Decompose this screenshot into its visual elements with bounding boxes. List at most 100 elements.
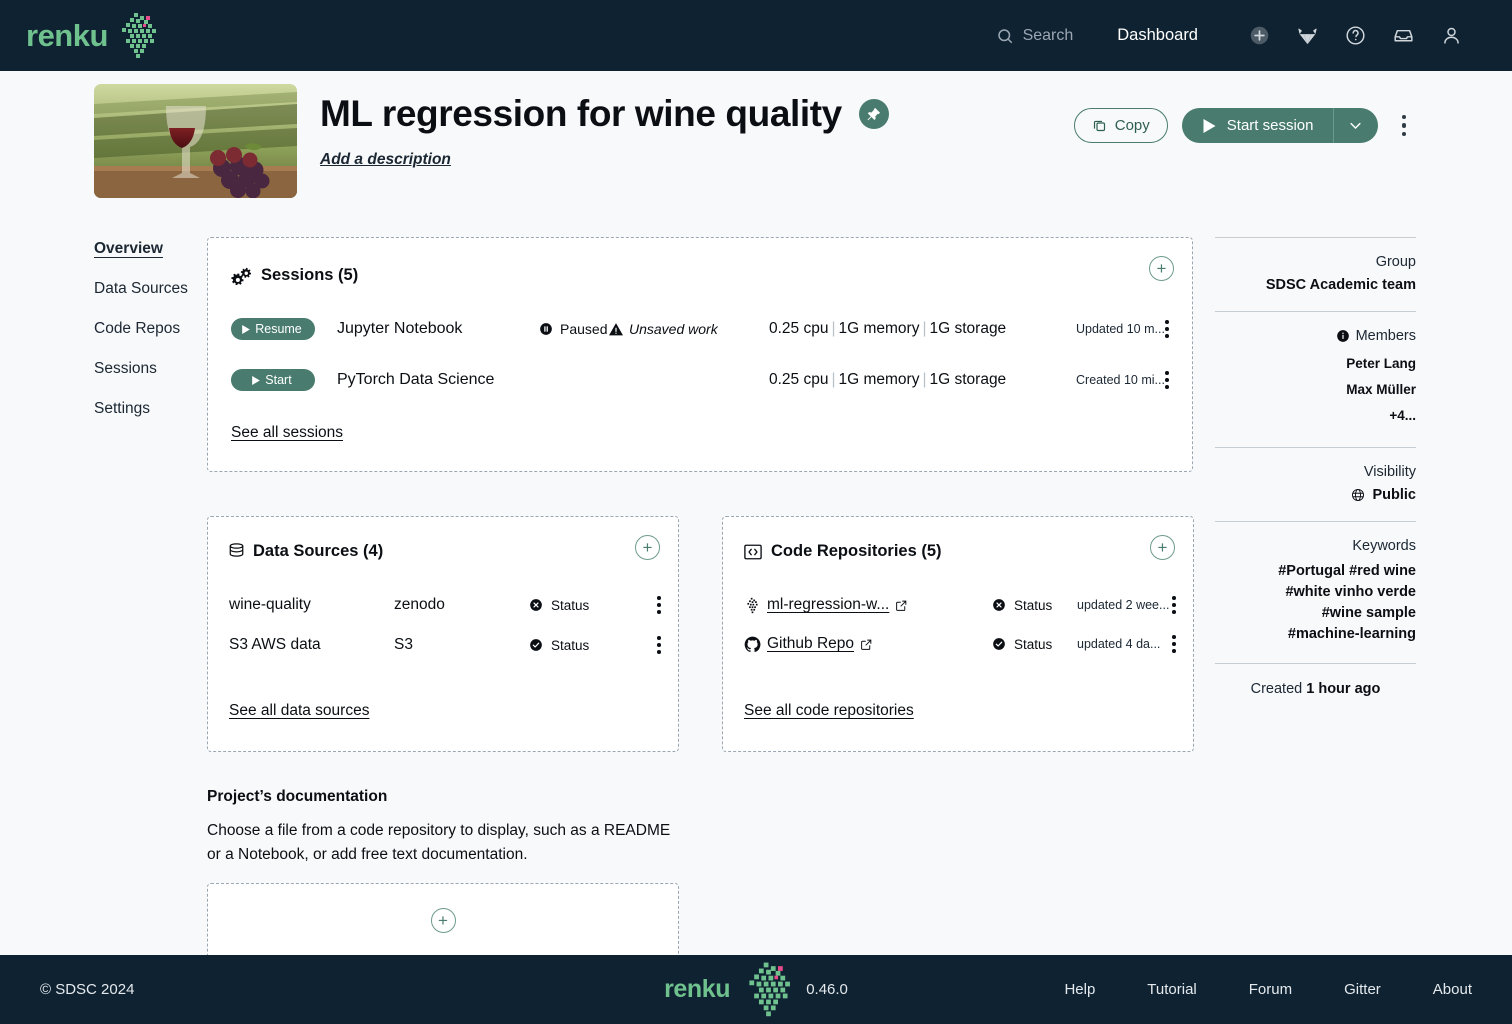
code-repository-link[interactable]: ml-regression-w... bbox=[744, 596, 908, 614]
session-storage: 1G storage bbox=[929, 371, 1007, 388]
resume-session-label: Resume bbox=[255, 322, 302, 336]
renku-icon bbox=[744, 597, 761, 614]
data-source-status: Status bbox=[529, 598, 589, 613]
table-row: Start PyTorch Data Science 0.25 cpu | 1G m… bbox=[231, 365, 1174, 395]
keywords-section: Keywords #Portugal #red wine #white vinh… bbox=[1215, 522, 1416, 663]
code-repository-status: Status bbox=[992, 637, 1052, 652]
data-source-kind: S3 bbox=[394, 636, 413, 653]
data-source-row-menu[interactable] bbox=[654, 593, 664, 616]
external-link-icon bbox=[860, 638, 873, 651]
data-source-row-menu[interactable] bbox=[654, 633, 664, 656]
sidebar-item-data-sources[interactable]: Data Sources bbox=[94, 280, 206, 298]
project-thumbnail bbox=[94, 84, 297, 198]
sidebar-item-sessions[interactable]: Sessions bbox=[94, 360, 206, 378]
gitlab-icon[interactable] bbox=[1296, 25, 1318, 47]
members-overflow-count[interactable]: +4... bbox=[1215, 403, 1416, 429]
add-description-link[interactable]: Add a description bbox=[320, 151, 451, 169]
pin-icon[interactable] bbox=[858, 99, 889, 129]
footer-link-forum[interactable]: Forum bbox=[1249, 981, 1292, 998]
see-all-code-repositories-link[interactable]: See all code repositories bbox=[744, 702, 914, 720]
code-repository-link[interactable]: Github Repo bbox=[744, 635, 873, 653]
user-icon[interactable] bbox=[1440, 25, 1462, 47]
footer-link-help[interactable]: Help bbox=[1064, 981, 1095, 998]
add-data-source-button[interactable]: + bbox=[635, 535, 660, 560]
renku-logo[interactable]: renku bbox=[26, 10, 162, 62]
see-all-data-sources-link[interactable]: See all data sources bbox=[229, 702, 369, 720]
code-repository-row-menu[interactable] bbox=[1169, 593, 1179, 616]
session-row-menu[interactable] bbox=[1162, 368, 1172, 391]
project-title-row: ML regression for wine quality bbox=[320, 93, 889, 135]
copy-button[interactable]: Copy bbox=[1073, 108, 1168, 143]
sessions-card: Sessions (5) + Resume Jupyter Notebook P… bbox=[207, 237, 1193, 472]
session-resources: 0.25 cpu | 1G memory | 1G storage bbox=[769, 320, 1007, 337]
search-button[interactable]: Search bbox=[996, 26, 1074, 45]
add-documentation-button[interactable]: + bbox=[430, 908, 456, 933]
inbox-icon[interactable] bbox=[1392, 25, 1414, 47]
renku-logo-mark bbox=[110, 10, 162, 62]
code-repository-name: ml-regression-w... bbox=[767, 596, 890, 613]
start-session-row-label: Start bbox=[265, 373, 292, 387]
top-nav-right: Search Dashboard bbox=[996, 25, 1512, 47]
external-link-icon bbox=[895, 599, 908, 612]
sessions-title-label: Sessions (5) bbox=[261, 266, 359, 284]
check-circle-icon bbox=[529, 638, 543, 652]
created-label: Created bbox=[1250, 681, 1303, 697]
start-session-group: Start session bbox=[1181, 108, 1378, 143]
sidebar-item-settings[interactable]: Settings bbox=[94, 400, 206, 418]
search-label: Search bbox=[1022, 26, 1074, 44]
visibility-section: Visibility Public bbox=[1215, 448, 1416, 521]
footer-link-tutorial[interactable]: Tutorial bbox=[1147, 981, 1196, 998]
sidebar-item-overview[interactable]: Overview bbox=[94, 240, 206, 258]
session-row-menu[interactable] bbox=[1162, 317, 1172, 340]
globe-icon bbox=[1351, 488, 1365, 502]
created-value: 1 hour ago bbox=[1306, 681, 1381, 697]
check-circle-icon bbox=[992, 637, 1006, 651]
renku-project-page: renku Search Dashboard ML regression for… bbox=[0, 0, 1512, 1024]
data-source-status: Status bbox=[529, 638, 589, 653]
project-more-menu[interactable] bbox=[1392, 109, 1417, 143]
plus-circle-icon[interactable] bbox=[1248, 25, 1270, 47]
session-cpu: 0.25 cpu bbox=[769, 371, 829, 388]
info-circle-icon[interactable] bbox=[1336, 329, 1350, 343]
start-session-dropdown-toggle[interactable] bbox=[1334, 108, 1378, 143]
help-circle-icon[interactable] bbox=[1344, 25, 1366, 47]
keywords-label: Keywords bbox=[1352, 538, 1416, 554]
see-all-sessions-link[interactable]: See all sessions bbox=[231, 424, 343, 442]
project-header-actions: Copy Start session bbox=[1073, 108, 1417, 143]
add-code-repository-button[interactable]: + bbox=[1150, 535, 1175, 560]
chevron-down-icon bbox=[1348, 118, 1363, 133]
footer-links: Help Tutorial Forum Gitter About bbox=[1064, 981, 1472, 998]
dashboard-link[interactable]: Dashboard bbox=[1117, 26, 1198, 45]
table-row: wine-quality zenodo Status bbox=[229, 592, 664, 618]
session-timestamp: Updated 10 m... bbox=[1076, 322, 1165, 336]
error-circle-icon bbox=[992, 598, 1006, 612]
session-state: Paused bbox=[539, 321, 607, 337]
session-warning-label: Unsaved work bbox=[629, 321, 718, 337]
data-source-status-label: Status bbox=[551, 637, 590, 653]
session-resources: 0.25 cpu | 1G memory | 1G storage bbox=[769, 371, 1007, 388]
start-session-button[interactable]: Start session bbox=[1182, 108, 1334, 143]
keyword-line: #machine-learning bbox=[1287, 626, 1416, 642]
footer-link-gitter[interactable]: Gitter bbox=[1344, 981, 1381, 998]
group-value[interactable]: SDSC Academic team bbox=[1215, 277, 1416, 293]
group-label: Group bbox=[1375, 254, 1416, 270]
start-session-row-button[interactable]: Start bbox=[231, 369, 315, 391]
add-session-button[interactable]: + bbox=[1149, 256, 1174, 281]
copy-label: Copy bbox=[1114, 117, 1150, 134]
resume-session-button[interactable]: Resume bbox=[231, 318, 315, 340]
member-name: Peter Lang bbox=[1346, 356, 1416, 371]
documentation-title: Project’s documentation bbox=[207, 788, 388, 805]
code-repository-timestamp: updated 2 wee... bbox=[1077, 598, 1170, 612]
visibility-value-row: Public bbox=[1215, 487, 1416, 503]
code-repository-row-menu[interactable] bbox=[1169, 632, 1179, 655]
visibility-value: Public bbox=[1372, 487, 1416, 503]
session-name: Jupyter Notebook bbox=[337, 320, 463, 337]
data-source-status-label: Status bbox=[551, 597, 590, 613]
footer-logo-text: renku bbox=[664, 975, 731, 1003]
database-icon bbox=[229, 543, 244, 560]
sidebar-item-code-repos[interactable]: Code Repos bbox=[94, 320, 206, 338]
top-nav-icon-group bbox=[1248, 25, 1462, 47]
table-row: ml-regression-w... Status updated 2 wee.… bbox=[744, 592, 1179, 618]
members-label: Members bbox=[1355, 328, 1416, 344]
footer-link-about[interactable]: About bbox=[1433, 981, 1472, 998]
